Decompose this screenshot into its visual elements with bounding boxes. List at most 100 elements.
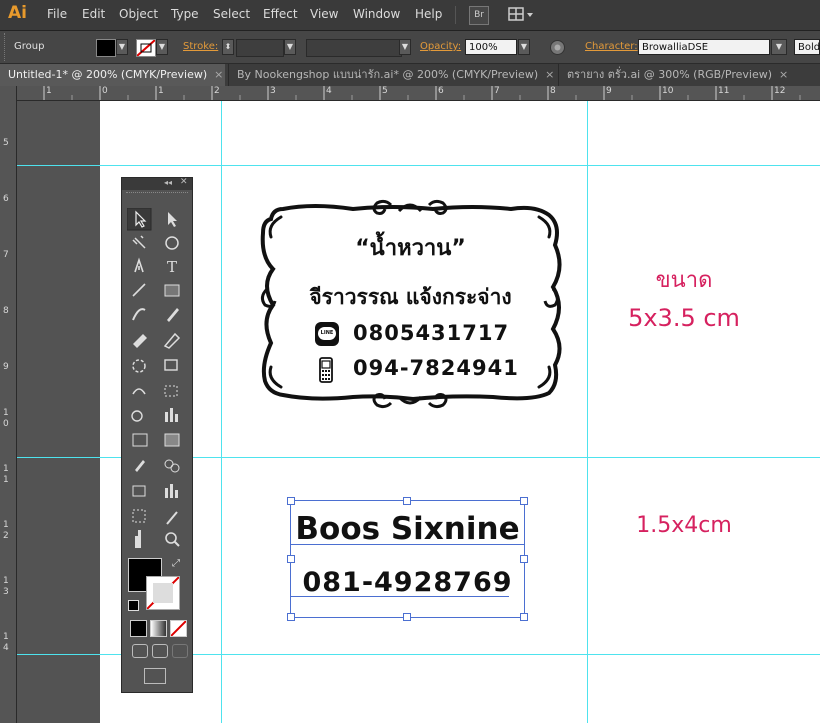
app-logo: Ai — [8, 3, 27, 23]
collapse-icon[interactable]: ◂◂ — [164, 178, 172, 187]
font-family-dropdown[interactable]: ▼ — [771, 39, 787, 55]
default-colors-icon[interactable] — [128, 600, 139, 611]
menu-file[interactable]: File — [47, 7, 67, 21]
stamp-phone-1: 0805431717 — [353, 321, 510, 345]
control-bar: Group ▼ ▼ Stroke: ⬍ ▼ ▼ Opacity: 100% ▼ … — [0, 31, 820, 64]
variable-width-profile[interactable] — [306, 39, 402, 57]
menu-select[interactable]: Select — [213, 7, 250, 21]
recolor-icon — [550, 40, 565, 55]
screen-mode-icon[interactable] — [144, 668, 166, 684]
ruler-label: 1 — [3, 408, 9, 418]
ruler-label: 4 — [326, 86, 332, 96]
close-icon[interactable]: ✕ — [180, 177, 188, 187]
character-label[interactable]: Character: — [585, 41, 638, 52]
stamp-phone-2: 094-7824941 — [353, 356, 519, 380]
resize-handle[interactable] — [287, 613, 295, 621]
resize-handle[interactable] — [287, 497, 295, 505]
ruler-label: 10 — [662, 86, 674, 96]
guide-vertical[interactable] — [587, 101, 588, 723]
tab-untitled-1[interactable]: Untitled-1* @ 200% (CMYK/Preview) × — [0, 64, 225, 86]
ruler-label: 3 — [3, 587, 9, 597]
stamp-nickname: “น้ำหวาน” — [355, 236, 466, 261]
ruler-label: 11 — [718, 86, 730, 96]
resize-handle[interactable] — [287, 555, 295, 563]
divider — [455, 6, 456, 24]
ruler-label: 1 — [3, 520, 9, 530]
ruler-label: 3 — [270, 86, 276, 96]
tool-icons: T — [127, 208, 181, 548]
stroke-weight-stepper[interactable]: ⬍ — [222, 39, 234, 55]
font-style-field[interactable]: Bold — [794, 39, 820, 55]
color-mode-button[interactable] — [130, 620, 147, 637]
selection-bounding-box[interactable]: Boos Sixnine 081-4928769 — [287, 497, 528, 621]
tab-label: ตรายาง ตรั่ว.ai @ 300% (RGB/Preview) — [567, 68, 772, 81]
menu-type[interactable]: Type — [171, 7, 199, 21]
menu-edit[interactable]: Edit — [82, 7, 105, 21]
ruler-label: 1 — [3, 475, 9, 485]
stroke-swatch[interactable] — [136, 39, 156, 57]
font-family-field[interactable]: BrowalliaDSE — [638, 39, 770, 55]
recolor-button[interactable] — [549, 39, 566, 56]
ruler-label: 1 — [158, 86, 164, 96]
ruler-label: 0 — [102, 86, 108, 96]
draw-inside-icon[interactable] — [172, 644, 188, 658]
tab-close-icon[interactable]: × — [545, 68, 554, 81]
tab-close-icon[interactable]: × — [214, 68, 223, 81]
stroke-dropdown[interactable]: ▼ — [156, 39, 168, 55]
resize-handle[interactable] — [403, 497, 411, 505]
tools-panel-header[interactable]: ◂◂ ✕ — [122, 177, 192, 190]
ruler-ticks — [43, 86, 801, 100]
menu-window[interactable]: Window — [353, 7, 400, 21]
swap-colors-icon[interactable]: ⤢ — [172, 558, 180, 569]
profile-dropdown[interactable]: ▼ — [399, 39, 411, 55]
ruler-label: 8 — [3, 306, 9, 316]
fill-dropdown[interactable]: ▼ — [116, 39, 128, 55]
draw-normal-icon[interactable] — [132, 644, 148, 658]
menu-bar: Ai File Edit Object Type Select Effect V… — [0, 0, 820, 31]
menu-view[interactable]: View — [310, 7, 338, 21]
tab-close-icon[interactable]: × — [779, 68, 788, 81]
stroke-weight-field[interactable] — [236, 39, 284, 57]
menu-workspace-icon — [508, 7, 533, 21]
opacity-field[interactable]: 100% — [465, 39, 517, 55]
mobile-phone-icon — [318, 357, 336, 383]
size-label-heading: ขนาด — [655, 268, 713, 293]
menu-effect[interactable]: Effect — [263, 7, 298, 21]
tab-nookengshop[interactable]: By Nookengshop แบบน่ารัก.ai* @ 200% (CMY… — [228, 64, 558, 86]
resize-handle[interactable] — [403, 613, 411, 621]
ruler-label: 5 — [382, 86, 388, 96]
arrange-documents-button[interactable] — [508, 6, 534, 23]
fill-swatch[interactable] — [96, 39, 116, 57]
menu-help[interactable]: Help — [415, 7, 442, 21]
stamp-design-1[interactable]: “น้ำหวาน” จีราวรรณ แจ้งกระจ่าง LINE 0805… — [253, 197, 568, 410]
bridge-button[interactable]: Br — [469, 6, 489, 25]
svg-text:T: T — [167, 258, 177, 276]
resize-handle[interactable] — [520, 497, 528, 505]
grip — [126, 192, 188, 196]
selection-type-label: Group — [14, 41, 45, 52]
stamp-fullname: จีราวรรณ แจ้งกระจ่าง — [309, 285, 512, 309]
horizontal-ruler[interactable]: 1 0 1 2 3 4 5 6 7 8 9 10 11 12 — [16, 86, 820, 101]
tools-panel: ◂◂ ✕ T ⤢ — [121, 177, 193, 693]
artboard[interactable] — [100, 101, 820, 723]
size-label-stamp2: 1.5x4cm — [636, 513, 732, 538]
vertical-ruler[interactable]: 5 6 7 8 9 1 0 1 1 1 2 1 3 1 4 — [0, 86, 17, 723]
none-mode-button[interactable] — [170, 620, 187, 637]
opacity-dropdown[interactable]: ▼ — [518, 39, 530, 55]
ruler-label: 0 — [3, 419, 9, 429]
gradient-mode-button[interactable] — [150, 620, 167, 637]
opacity-label[interactable]: Opacity: — [420, 41, 461, 52]
menu-object[interactable]: Object — [119, 7, 158, 21]
stamp2-name[interactable]: Boos Sixnine — [291, 511, 524, 547]
tab-stamp-file[interactable]: ตรายาง ตรั่ว.ai @ 300% (RGB/Preview) × — [558, 64, 820, 86]
guide-vertical[interactable] — [221, 101, 222, 723]
stroke-weight-dropdown[interactable]: ▼ — [284, 39, 296, 55]
resize-handle[interactable] — [520, 613, 528, 621]
stroke-label[interactable]: Stroke: — [183, 41, 218, 52]
stamp2-phone[interactable]: 081-4928769 — [291, 567, 524, 598]
resize-handle[interactable] — [520, 555, 528, 563]
guide-horizontal[interactable] — [17, 165, 820, 166]
draw-behind-icon[interactable] — [152, 644, 168, 658]
ruler-label: 7 — [494, 86, 500, 96]
stroke-color-swatch[interactable] — [146, 576, 180, 610]
